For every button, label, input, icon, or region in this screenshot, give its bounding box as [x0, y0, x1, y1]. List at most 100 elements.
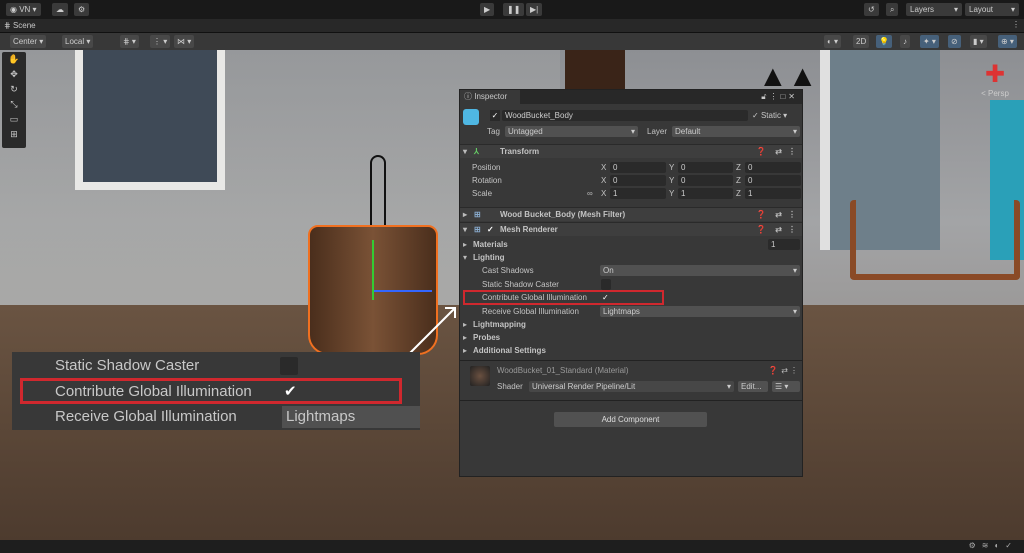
play-button[interactable]: ▶	[480, 3, 495, 16]
tag-layer-row: Tag Untagged ▾ Layer Default ▾	[460, 125, 802, 138]
material-header: WoodBucket_01_Standard (Material) ❓ ⇄ ⋮	[460, 364, 802, 377]
rotation-z-input[interactable]: 0	[745, 175, 801, 186]
help-icon[interactable]: ❓	[768, 364, 778, 377]
transform-header[interactable]: ▾ ⅄ Transform ❓ ⇄ ⋮	[460, 144, 802, 158]
rotation-y-input[interactable]: 0	[678, 175, 733, 186]
scale-x-input[interactable]: 1	[610, 188, 666, 199]
static-shadow-checkbox[interactable]	[601, 279, 611, 290]
probes-label: Probes	[473, 333, 501, 342]
layout-dropdown[interactable]: Layout ▾	[965, 3, 1019, 16]
lighting-label: Lighting	[473, 253, 505, 262]
probes-foldout[interactable]: ▸ Probes	[460, 331, 802, 344]
material-name: WoodBucket_01_Standard (Material)	[497, 366, 629, 375]
more-icon[interactable]: ⋮	[769, 92, 780, 101]
add-component-button[interactable]: Add Component	[554, 412, 707, 427]
presets-icon[interactable]: ⇄	[775, 145, 782, 158]
position-x-input[interactable]: 0	[610, 162, 666, 173]
transform-tool-icon[interactable]: ⊞	[2, 127, 26, 142]
object-name-input[interactable]: WoodBucket_Body	[502, 110, 748, 121]
account-dropdown[interactable]: ◉ VN ▾	[6, 3, 41, 16]
transform-icon: ⅄	[474, 147, 479, 156]
cast-shadows-dropdown[interactable]: On ▾	[600, 265, 800, 276]
hidden-objects-icon[interactable]: ⊘	[948, 35, 961, 48]
step-button[interactable]: ▶|	[526, 3, 543, 16]
active-checkbox[interactable]: ✓	[490, 110, 500, 121]
layers-dropdown[interactable]: Layers ▾	[906, 3, 962, 16]
callout-check-icon[interactable]: ✔	[284, 382, 297, 400]
position-z-input[interactable]: 0	[745, 162, 801, 173]
shader-options-dropdown[interactable]: ☰ ▾	[772, 381, 800, 392]
shader-label: Shader	[497, 382, 523, 391]
mesh-renderer-header[interactable]: ▾ ⊞ ✓ Mesh Renderer ❓ ⇄ ⋮	[460, 222, 802, 236]
lightmapping-foldout[interactable]: ▸ Lightmapping	[460, 318, 802, 331]
scale-tool-icon[interactable]: ⤡	[2, 97, 26, 112]
more-icon[interactable]: ⋮	[788, 145, 796, 158]
history-icon[interactable]: ↺	[864, 3, 879, 16]
cast-shadows-row: Cast Shadows On ▾	[460, 264, 802, 277]
pivot-dropdown[interactable]: Center ▾	[10, 35, 47, 48]
edit-shader-button[interactable]: Edit...	[738, 381, 768, 392]
more-icon[interactable]: ⋮	[790, 364, 798, 377]
pause-button[interactable]: ❚❚	[503, 3, 525, 16]
rotate-tool-icon[interactable]: ↻	[2, 82, 26, 97]
position-y-input[interactable]: 0	[678, 162, 733, 173]
grid-snap-button[interactable]: ⋕ ▾	[120, 35, 139, 48]
foldout-arrow-icon[interactable]: ▾	[463, 145, 467, 158]
foldout-arrow-icon[interactable]: ▾	[463, 223, 467, 236]
cloud-button[interactable]: ☁	[52, 3, 68, 16]
effects-dropdown-icon[interactable]: ✦ ▾	[920, 35, 939, 48]
close-icon[interactable]: ✕	[788, 92, 798, 101]
tag-dropdown[interactable]: Untagged ▾	[505, 126, 638, 137]
increment-snap-button[interactable]: ⋈ ▾	[174, 35, 195, 48]
hand-tool-icon[interactable]: ✋	[2, 52, 26, 67]
2d-toggle[interactable]: 2D	[853, 35, 870, 48]
snap-button[interactable]: ⋮ ▾	[150, 35, 171, 48]
gizmos-dropdown-icon[interactable]: ⊕ ▾	[998, 35, 1017, 48]
presets-icon[interactable]: ⇄	[775, 208, 782, 221]
static-checkbox[interactable]: ✓ Static ▾	[752, 109, 787, 122]
additional-settings-foldout[interactable]: ▸ Additional Settings	[460, 344, 802, 357]
lightmapping-label: Lightmapping	[473, 320, 526, 329]
lighting-toggle-icon[interactable]: 💡	[876, 35, 892, 48]
materials-count-input[interactable]: 1	[768, 239, 800, 250]
space-dropdown[interactable]: Local ▾	[62, 35, 94, 48]
settings-button[interactable]: ⚙	[74, 3, 90, 16]
materials-label: Materials	[473, 240, 508, 249]
lighting-foldout[interactable]: ▾ Lighting	[460, 251, 802, 264]
window-controls[interactable]: 🔓︎⋮□✕	[761, 90, 798, 103]
camera-dropdown-icon[interactable]: ▮ ▾	[970, 35, 987, 48]
status-icons[interactable]: ⚙≋◐✓	[969, 541, 1018, 550]
presets-icon[interactable]: ⇄	[775, 223, 782, 236]
callout-receive-gi-dropdown[interactable]: Lightmaps	[282, 406, 420, 428]
mesh-filter-header[interactable]: ▸ ⊞ Wood Bucket_Body (Mesh Filter) ❓ ⇄ ⋮	[460, 207, 802, 221]
help-icon[interactable]: ❓	[756, 145, 766, 158]
materials-row[interactable]: ▸ Materials 1	[460, 238, 802, 251]
help-icon[interactable]: ❓	[756, 223, 766, 236]
shader-dropdown[interactable]: Universal Render Pipeline/Lit ▾	[529, 381, 734, 392]
inspector-tab[interactable]: ⓘ Inspector	[460, 90, 520, 104]
link-icon[interactable]: ∞	[587, 187, 593, 200]
rotation-x-input[interactable]: 0	[610, 175, 666, 186]
callout-static-shadow-checkbox[interactable]	[280, 357, 298, 375]
help-icon[interactable]: ❓	[756, 208, 766, 221]
rect-tool-icon[interactable]: ▭	[2, 112, 26, 127]
more-icon[interactable]: ⋮	[788, 223, 796, 236]
enabled-checkbox[interactable]: ✓	[487, 223, 494, 236]
more-icon[interactable]: ⋮	[788, 208, 796, 221]
scale-y-input[interactable]: 1	[678, 188, 733, 199]
layer-dropdown[interactable]: Default ▾	[672, 126, 800, 137]
presets-icon[interactable]: ⇄	[781, 364, 788, 377]
shading-mode-button[interactable]: ◐ ▾	[824, 35, 842, 48]
receive-gi-dropdown[interactable]: Lightmaps ▾	[600, 306, 800, 317]
scene-tab[interactable]: ⋕ Scene ⋮	[0, 19, 1024, 33]
move-tool-icon[interactable]: ✥	[2, 67, 26, 82]
receive-gi-row: Receive Global Illumination Lightmaps ▾	[460, 305, 802, 318]
contribute-gi-checkbox[interactable]: ✓	[602, 291, 609, 304]
search-icon[interactable]: ⌕	[886, 3, 899, 16]
scale-row: Scale ∞ X1 Y1 Z1	[460, 187, 802, 200]
orientation-gizmo[interactable]: ✚ < Persp	[975, 60, 1015, 120]
more-icon[interactable]: ⋮	[1012, 20, 1020, 29]
foldout-arrow-icon[interactable]: ▸	[463, 208, 467, 221]
audio-toggle-icon[interactable]: ♪	[900, 35, 910, 48]
scale-z-input[interactable]: 1	[745, 188, 801, 199]
